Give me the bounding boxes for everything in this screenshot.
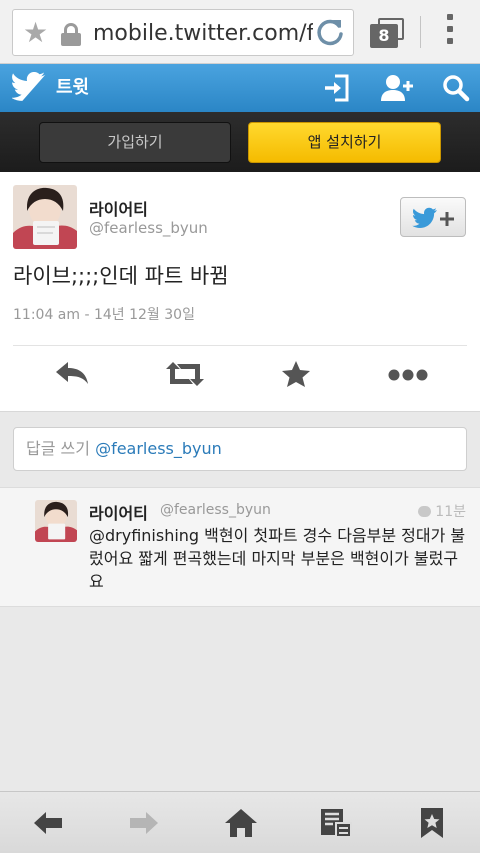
signup-bar: 가입하기 앱 설치하기	[0, 112, 480, 172]
more-icon[interactable]	[386, 358, 430, 390]
twitter-header: 트윗	[0, 64, 480, 112]
tabs-icon[interactable]: 8	[370, 18, 404, 48]
install-app-button[interactable]: 앱 설치하기	[248, 122, 441, 163]
tweet-card: 라이어티 @fearless_byun 라이브;;;;인데 파트 바뀜 11:0…	[0, 172, 480, 412]
reply-icon[interactable]	[52, 358, 92, 390]
reply-mention: @fearless_byun	[95, 439, 222, 458]
author-handle[interactable]: @fearless_byun	[89, 219, 208, 237]
home-icon[interactable]	[224, 807, 257, 839]
divider	[13, 345, 467, 346]
twitter-bird-icon[interactable]	[11, 71, 46, 102]
reply-time-text: 11분	[435, 504, 466, 520]
star-icon[interactable]: ★	[23, 18, 48, 48]
avatar[interactable]	[35, 500, 77, 542]
reply-text: @dryfinishing 백현이 첫파트 경수 다음부분 정대가 불렀어요 짧…	[89, 526, 466, 591]
bookmarks-icon[interactable]	[416, 807, 448, 839]
sign-in-icon[interactable]	[321, 72, 353, 104]
tweet-timestamp[interactable]: 11:04 am - 14년 12월 30일	[13, 304, 195, 324]
author-name[interactable]: 라이어티	[89, 196, 148, 220]
reply-author-name[interactable]: 라이어티	[89, 500, 148, 524]
reply-placeholder: 답글 쓰기	[26, 439, 90, 458]
browser-bottom-nav	[0, 791, 480, 853]
url-text[interactable]: mobile.twitter.com/f	[93, 20, 314, 48]
add-user-icon[interactable]	[380, 72, 413, 104]
page-title: 트윗	[56, 77, 90, 98]
menu-icon[interactable]	[440, 14, 460, 50]
reader-icon[interactable]	[320, 807, 352, 839]
retweet-icon[interactable]	[164, 358, 204, 390]
forward-icon[interactable]	[128, 807, 160, 839]
browser-toolbar: ★ mobile.twitter.com/f 8	[0, 0, 480, 64]
reload-icon[interactable]	[313, 16, 347, 50]
toolbar-divider	[420, 16, 421, 48]
avatar[interactable]	[13, 185, 77, 249]
lock-icon	[61, 23, 81, 46]
url-bar[interactable]: ★ mobile.twitter.com/f	[12, 9, 354, 56]
reply-time: 11분	[418, 501, 466, 521]
tab-count: 8	[370, 24, 398, 48]
follow-button[interactable]	[400, 197, 466, 237]
search-icon[interactable]	[440, 72, 472, 104]
favorite-icon[interactable]	[276, 358, 316, 390]
conversation-icon	[418, 506, 432, 517]
tweet-text: 라이브;;;;인데 파트 바뀜	[13, 264, 229, 288]
reply-input[interactable]: 답글 쓰기 @fearless_byun	[13, 427, 467, 471]
join-button[interactable]: 가입하기	[39, 122, 231, 163]
reply-author-handle[interactable]: @fearless_byun	[160, 502, 271, 518]
follow-icon	[412, 207, 454, 228]
reply-tweet[interactable]: 라이어티 @fearless_byun 11분 @dryfinishing 백현…	[0, 487, 480, 607]
back-icon[interactable]	[32, 807, 64, 839]
